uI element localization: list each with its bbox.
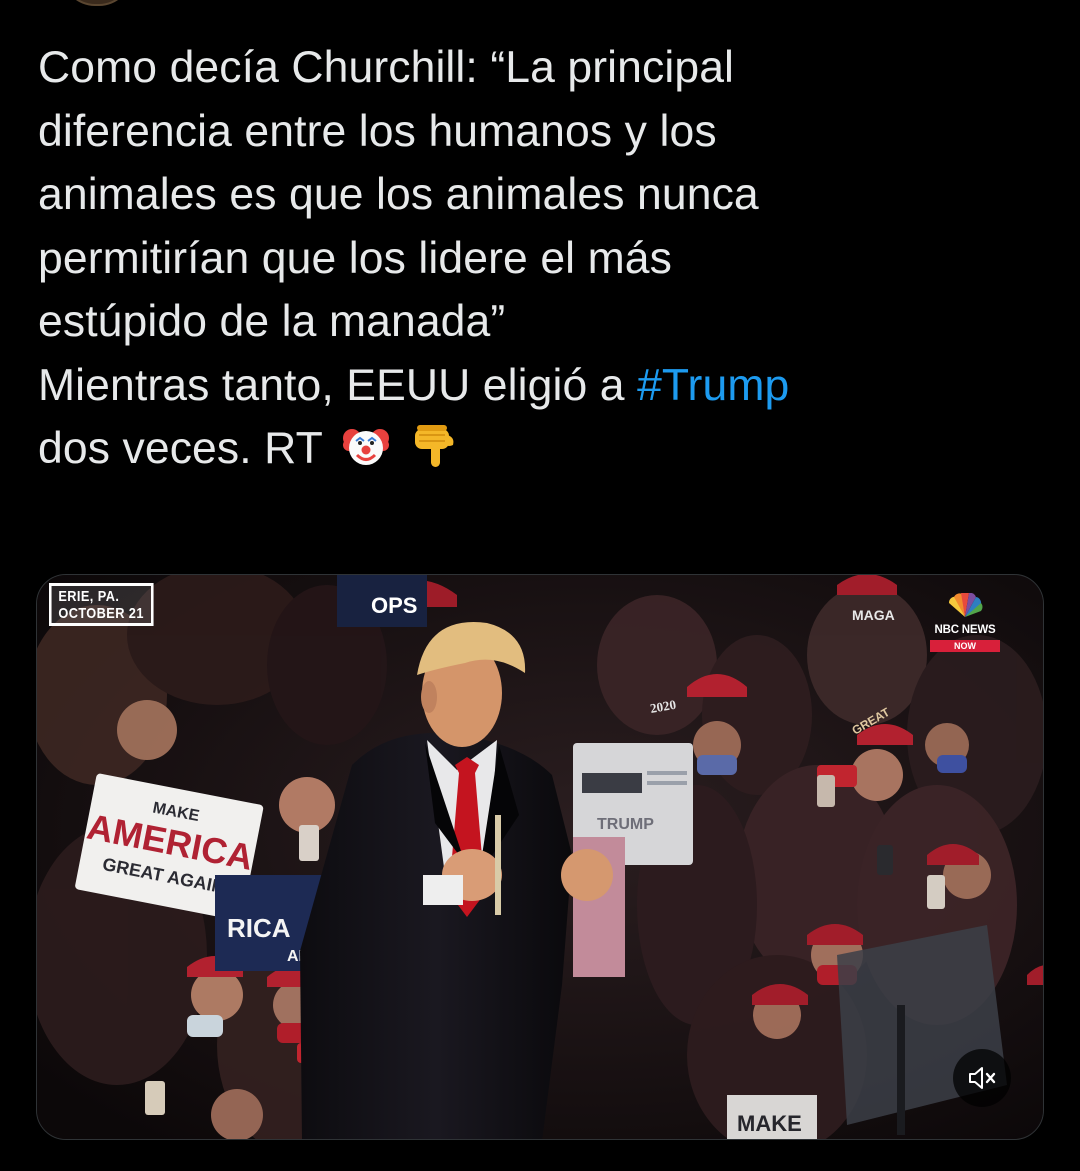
tweet-text: Como decía Churchill: “La principal dife… — [38, 36, 1048, 481]
location-overlay: ERIE, PA. OCTOBER 21 — [49, 583, 154, 626]
video-player[interactable]: MAKE AMERICA GREAT AGAIN RICA AIN OPS TR… — [36, 574, 1044, 1140]
location-line: ERIE, PA. — [58, 588, 120, 605]
avatar[interactable] — [62, 0, 132, 6]
tweet-line: diferencia entre los humanos y los — [38, 106, 717, 156]
backhand-index-pointing-down-emoji — [415, 425, 454, 467]
mute-toggle-button[interactable] — [953, 1049, 1011, 1107]
peacock-icon — [948, 591, 983, 617]
tweet-line-text: Mientras tanto, EEUU eligió a — [38, 360, 638, 410]
tweet-last-line: dos veces. RT — [38, 417, 1048, 481]
tweet-line-with-hashtag: Mientras tanto, EEUU eligió a #Trump — [38, 354, 1048, 418]
top-sign: OPS — [337, 575, 427, 627]
tweet-line-text: dos veces. RT — [38, 424, 323, 473]
tweet-line: estúpido de la manada” — [38, 297, 506, 346]
sign-rica: RICA — [227, 913, 291, 943]
video-frame: MAKE AMERICA GREAT AGAIN RICA AIN OPS TR… — [37, 575, 1043, 1139]
tweet-line: permitirían que los lidere el más — [38, 233, 672, 283]
tweet-line: Como decía Churchill: “La principal — [38, 43, 735, 92]
date-line: OCTOBER 21 — [58, 605, 144, 622]
speaker-muted-icon — [969, 1067, 996, 1089]
hashtag-link[interactable]: #Trump — [637, 361, 789, 410]
bottom-sign: MAKE — [727, 1095, 817, 1139]
hat-maga-text: MAGA — [852, 607, 895, 623]
network-logo: NBC NEWS NOW — [929, 591, 1001, 659]
network-name: NBC NEWS — [934, 624, 996, 636]
sign-trump: TRUMP — [597, 816, 654, 833]
clown-face-emoji — [342, 429, 389, 465]
sign-ops: OPS — [371, 593, 417, 618]
sign-make-bottom: MAKE — [737, 1111, 802, 1136]
tweet-line: animales es que los animales nunca — [38, 170, 759, 219]
network-now-badge: NOW — [930, 640, 1000, 652]
